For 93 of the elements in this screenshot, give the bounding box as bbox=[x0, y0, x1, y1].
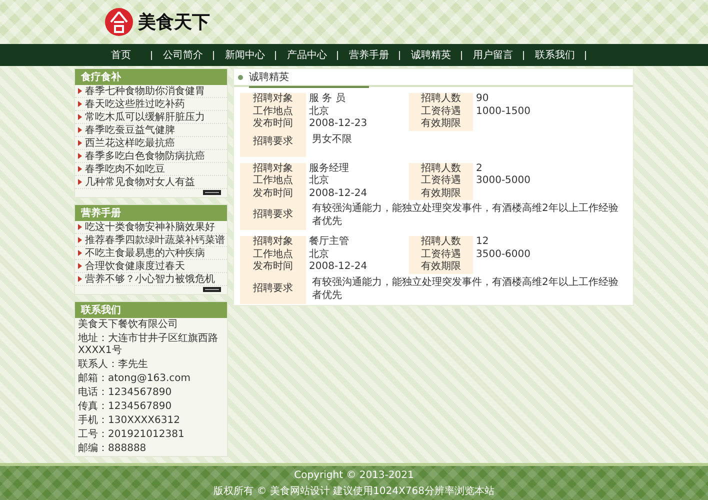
section-title: 诚聘精英 bbox=[249, 70, 369, 88]
article-link[interactable]: 春季吃肉不如吃豆 bbox=[75, 163, 227, 176]
article-link[interactable]: 吃这十类食物安神补脑效果好 bbox=[75, 221, 227, 234]
bullet-icon bbox=[78, 114, 82, 120]
field-label: 有效期限 bbox=[409, 188, 473, 200]
nav-link[interactable]: 公司简介 bbox=[152, 44, 214, 66]
field-label: 工资待遇 bbox=[409, 175, 473, 188]
contact-line: 邮箱：atong@163.com bbox=[77, 372, 192, 386]
field-value: 服务经理 bbox=[308, 162, 350, 174]
contact-line: 美食天下餐饮有限公司 bbox=[77, 318, 179, 332]
field-label: 工作地点 bbox=[240, 175, 306, 188]
logo-icon bbox=[104, 7, 134, 37]
field-label: 工资待遇 bbox=[409, 106, 473, 118]
contact-line: 工号：201921012381 bbox=[77, 428, 186, 442]
article-link[interactable]: 春季七种食物助你消食健胃 bbox=[75, 85, 227, 98]
field-value: 北京 bbox=[308, 248, 330, 261]
field-label: 工资待遇 bbox=[409, 248, 473, 261]
panel-title: 联系我们 bbox=[75, 302, 227, 318]
article-link[interactable]: 合理饮食健康度过春天 bbox=[75, 260, 227, 273]
bullet-icon bbox=[78, 140, 82, 146]
field-label: 发布时间 bbox=[240, 118, 306, 130]
panel-title: 营养手册 bbox=[75, 205, 227, 221]
field-label: 招聘人数 bbox=[409, 236, 473, 248]
contact-line: 传真：1234567890 bbox=[77, 400, 173, 414]
field-value: 有较强沟通能力，能独立处理突发事件，有酒楼高维2年以上工作经验者优先 bbox=[311, 202, 620, 229]
nav-link[interactable]: 新闻中心 bbox=[214, 44, 276, 66]
bullet-icon bbox=[78, 88, 82, 94]
field-value: 男女不限 bbox=[311, 132, 353, 146]
contact-line: 联系人：李先生 bbox=[77, 358, 149, 372]
article-link[interactable]: 西兰花这样吃最抗癌 bbox=[75, 137, 227, 150]
bullet-icon bbox=[78, 153, 82, 159]
field-value: 北京 bbox=[308, 106, 330, 118]
field-label: 有效期限 bbox=[409, 118, 473, 130]
more-icon[interactable] bbox=[203, 287, 221, 292]
field-value: 北京 bbox=[308, 175, 330, 188]
field-label: 有效期限 bbox=[409, 261, 473, 274]
field-label: 招聘人数 bbox=[409, 162, 473, 175]
article-link[interactable]: 营养不够？小心智力被饿危机 bbox=[75, 273, 227, 286]
dot-icon bbox=[238, 74, 243, 80]
nav-link[interactable]: 诚聘精英 bbox=[400, 44, 462, 66]
field-value: 3000-5000 bbox=[475, 175, 532, 188]
nav-link[interactable]: 首页 bbox=[90, 44, 152, 66]
article-link[interactable]: 推荐春季四款绿叶蔬菜补钙菜谱 bbox=[75, 234, 227, 247]
nav-link[interactable]: 营养手册 bbox=[338, 44, 400, 66]
nav-link[interactable]: 产品中心 bbox=[276, 44, 338, 66]
bullet-icon bbox=[78, 276, 82, 282]
field-value: 90 bbox=[475, 93, 490, 106]
article-link[interactable]: 春季多吃白色食物防病抗癌 bbox=[75, 150, 227, 163]
field-value: 1000-1500 bbox=[475, 106, 532, 118]
field-value: 3500-6000 bbox=[475, 248, 532, 261]
field-label: 招聘对象 bbox=[240, 162, 306, 175]
article-link[interactable]: 春季吃蚕豆益气健脾 bbox=[75, 124, 227, 137]
bullet-icon bbox=[78, 166, 82, 172]
bullet-icon bbox=[78, 237, 82, 243]
bullet-icon bbox=[78, 224, 82, 230]
field-label: 发布时间 bbox=[240, 188, 306, 200]
field-value: 有较强沟通能力，能独立处理突发事件，有酒楼高维2年以上工作经验者优先 bbox=[311, 276, 620, 302]
bullet-icon bbox=[78, 127, 82, 133]
field-value: 2008-12-24 bbox=[308, 188, 368, 200]
bullet-icon bbox=[78, 179, 82, 185]
article-link[interactable]: 常吃木瓜可以缓解肝脏压力 bbox=[75, 111, 227, 124]
field-value: 12 bbox=[475, 236, 490, 248]
field-label: 招聘对象 bbox=[240, 93, 306, 106]
contact-line: 邮编：888888 bbox=[77, 442, 148, 456]
panel-title: 食疗食补 bbox=[75, 69, 227, 85]
bullet-icon bbox=[78, 250, 82, 256]
field-label: 招聘对象 bbox=[240, 236, 306, 248]
bullet-icon bbox=[78, 263, 82, 269]
field-value: 2008-12-23 bbox=[308, 118, 368, 130]
footer-text: 版权所有 © 美食网站设计 建议使用1024X768分辨率浏览本站 bbox=[214, 484, 494, 498]
field-label: 工作地点 bbox=[240, 106, 306, 118]
footer-text: Copyright © 2013-2021 bbox=[294, 470, 414, 480]
field-label: 招聘要求 bbox=[240, 200, 306, 230]
nav-link[interactable]: 用户留言 bbox=[462, 44, 524, 66]
article-link[interactable]: 不吃主食最易患的六种疾病 bbox=[75, 247, 227, 260]
contact-line: 地址：大连市甘井子区红旗西路XXXX1号 bbox=[77, 332, 219, 358]
field-label: 招聘要求 bbox=[240, 274, 306, 304]
article-link[interactable]: 春天吃这些胜过吃补药 bbox=[75, 98, 227, 111]
article-link[interactable]: 几种常见食物对女人有益 bbox=[75, 176, 227, 189]
field-label: 发布时间 bbox=[240, 261, 306, 274]
field-label: 工作地点 bbox=[240, 248, 306, 261]
logo-text: 美食天下 bbox=[138, 11, 210, 34]
field-value: 服 务 员 bbox=[308, 93, 346, 106]
contact-line: 电话：1234567890 bbox=[77, 386, 173, 400]
field-value: 2008-12-24 bbox=[308, 261, 368, 274]
bullet-icon bbox=[78, 101, 82, 107]
field-value: 餐厅主管 bbox=[308, 236, 350, 248]
contact-line: 手机：130XXXX6312 bbox=[77, 414, 181, 428]
field-value: 2 bbox=[475, 162, 484, 175]
nav-link[interactable]: 联系我们 bbox=[524, 44, 586, 66]
field-label: 招聘要求 bbox=[240, 130, 306, 156]
field-label: 招聘人数 bbox=[409, 93, 473, 106]
more-icon[interactable] bbox=[203, 190, 221, 195]
